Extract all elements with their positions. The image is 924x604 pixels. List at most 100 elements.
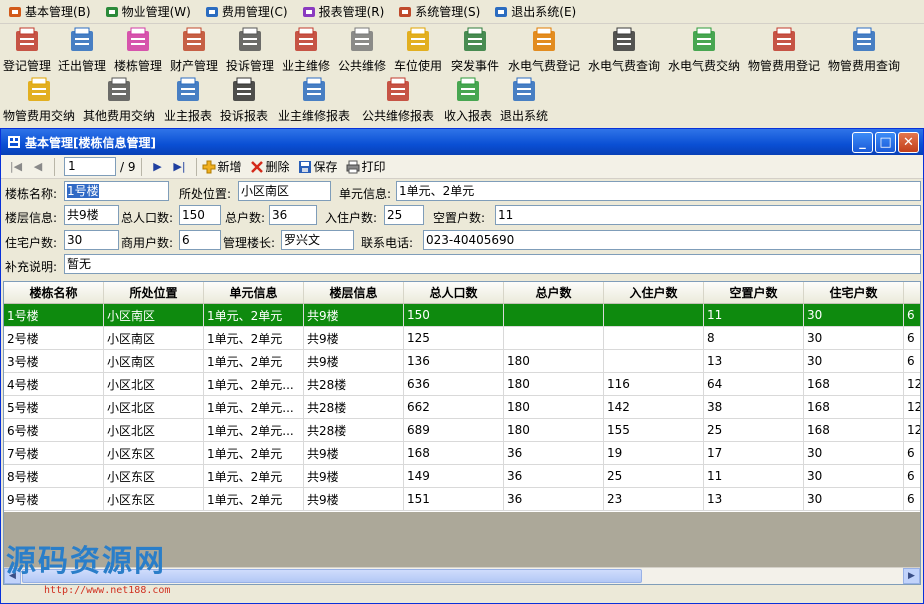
- column-header[interactable]: 住宅户数: [804, 282, 904, 303]
- table-cell: [604, 350, 704, 372]
- owner-report-icon: [173, 75, 203, 105]
- table-cell: 168: [804, 373, 904, 395]
- column-header[interactable]: 楼层信息: [304, 282, 404, 303]
- toolbar-button-mgmt-fee-pay[interactable]: 物管费用交纳: [0, 76, 78, 126]
- toolbar-button-label: 楼栋管理: [113, 59, 162, 73]
- toolbar-button-building[interactable]: 楼栋管理: [110, 26, 166, 76]
- population-field[interactable]: 150: [179, 205, 221, 225]
- unit-info-field[interactable]: 1单元、2单元: [396, 181, 921, 201]
- floor-info-field[interactable]: 共9楼: [64, 205, 119, 225]
- other-fee-icon: [104, 75, 134, 105]
- vacant-field[interactable]: 11: [495, 205, 921, 225]
- column-header[interactable]: 总人口数: [404, 282, 504, 303]
- maximize-button[interactable]: □: [875, 132, 896, 153]
- toolbar-button-public-repair[interactable]: 公共维修: [334, 26, 390, 76]
- record-total: / 9: [120, 159, 136, 174]
- column-header[interactable]: 楼栋名称: [4, 282, 104, 303]
- table-cell: 6: [904, 442, 920, 464]
- separator: [54, 157, 55, 176]
- column-header[interactable]: 总户数: [504, 282, 604, 303]
- toolbar-button-mgmt-fee-register[interactable]: 物管费用登记: [744, 26, 824, 76]
- table-cell: 共28楼: [304, 396, 404, 418]
- column-header[interactable]: 单元信息: [204, 282, 304, 303]
- minimize-button[interactable]: _: [852, 132, 873, 153]
- toolbar-button-label: 其他费用交纳: [82, 109, 155, 123]
- menu-item-label: 系统管理(S): [415, 5, 481, 19]
- table-cell: 小区东区: [104, 442, 204, 464]
- table-cell: 8号楼: [4, 465, 104, 487]
- toolbar-button-other-fee[interactable]: 其他费用交纳: [78, 76, 160, 126]
- commercial-field[interactable]: 6: [179, 230, 221, 250]
- save-button[interactable]: 保存: [298, 158, 338, 175]
- next-record-button[interactable]: ▶: [147, 157, 169, 177]
- toolbar-button-complaint-report[interactable]: 投诉报表: [216, 76, 272, 126]
- toolbar-button-owner-report[interactable]: 业主报表: [160, 76, 216, 126]
- toolbar-button-emergency[interactable]: 突发事件: [446, 26, 504, 76]
- menu-item-0[interactable]: 基本管理(B): [8, 2, 91, 22]
- toolbar-button-utility-pay[interactable]: 水电气费交纳: [664, 26, 744, 76]
- toolbar-button-utility-query[interactable]: 水电气费查询: [584, 26, 664, 76]
- column-header[interactable]: 空置户数: [704, 282, 804, 303]
- table-row[interactable]: 4号楼 小区北区 1单元、2单元... 共28楼 636 180 116 64 168 12: [4, 373, 920, 396]
- occupied-field[interactable]: 25: [384, 205, 424, 225]
- add-button[interactable]: 新增: [202, 158, 242, 175]
- toolbar-button-income-report[interactable]: 收入报表: [440, 76, 496, 126]
- toolbar-button-owner-repair-report[interactable]: 业主维修报表: [272, 76, 356, 126]
- save-icon: [298, 160, 312, 174]
- table-row[interactable]: 2号楼 小区南区 1单元、2单元 共9楼 125 8 30 6: [4, 327, 920, 350]
- window-titlebar[interactable]: 基本管理[楼栋信息管理] _ □ ✕: [1, 129, 923, 155]
- menu-item-1[interactable]: 物业管理(W): [105, 2, 191, 22]
- exit-icon: [494, 5, 508, 19]
- menu-item-2[interactable]: 费用管理(C): [205, 2, 288, 22]
- record-position-input[interactable]: 1: [64, 157, 116, 176]
- print-label: 打印: [361, 160, 386, 174]
- table-row[interactable]: 5号楼 小区北区 1单元、2单元... 共28楼 662 180 142 38 168 12: [4, 396, 920, 419]
- menu-item-4[interactable]: 系统管理(S): [398, 2, 480, 22]
- toolbar-button-parking[interactable]: 车位使用: [390, 26, 446, 76]
- table-cell: 共28楼: [304, 419, 404, 441]
- toolbar-button-owner-repair[interactable]: 业主维修: [278, 26, 334, 76]
- column-header[interactable]: 入住户数: [604, 282, 704, 303]
- toolbar-button-house[interactable]: 财产管理: [166, 26, 222, 76]
- note-field[interactable]: 暂无: [64, 254, 921, 274]
- scroll-right-button[interactable]: ▶: [903, 568, 920, 584]
- last-record-button[interactable]: ▶|: [169, 157, 191, 177]
- menu-item-3[interactable]: 报表管理(R): [302, 2, 384, 22]
- manager-field[interactable]: 罗兴文: [281, 230, 354, 250]
- toolbar-button-public-repair-report[interactable]: 公共维修报表: [356, 76, 440, 126]
- first-record-button[interactable]: |◀: [5, 157, 27, 177]
- column-header[interactable]: 所处位置: [104, 282, 204, 303]
- toolbar-button-register[interactable]: 登记管理: [0, 26, 54, 76]
- system-icon: [398, 5, 412, 19]
- phone-field[interactable]: 023-40405690: [423, 230, 921, 250]
- table-row[interactable]: 1号楼 小区南区 1单元、2单元 共9楼 150 11 30 6: [4, 304, 920, 327]
- building-name-field[interactable]: 1号楼: [64, 181, 169, 201]
- table-row[interactable]: 9号楼 小区东区 1单元、2单元 共9楼 151 36 23 13 30 6: [4, 488, 920, 511]
- toolbar-button-label: 登记管理: [2, 59, 51, 73]
- floor-info-label: 楼层信息:: [5, 211, 58, 225]
- location-field[interactable]: 小区南区: [238, 181, 331, 201]
- complaint-icon: [235, 25, 265, 55]
- phone-label: 联系电话:: [361, 236, 414, 250]
- menu-item-5[interactable]: 退出系统(E): [494, 2, 576, 22]
- toolbar-button-mgmt-fee-query[interactable]: 物管费用查询: [824, 26, 904, 76]
- prev-icon: ◀: [33, 160, 43, 173]
- table-row[interactable]: 3号楼 小区南区 1单元、2单元 共9楼 136 180 13 30 6: [4, 350, 920, 373]
- toolbar-button-utility-register[interactable]: 水电气费登记: [504, 26, 584, 76]
- households-field[interactable]: 36: [269, 205, 317, 225]
- print-button[interactable]: 打印: [346, 158, 386, 175]
- prev-record-button[interactable]: ◀: [27, 157, 49, 177]
- table-row[interactable]: 8号楼 小区东区 1单元、2单元 共9楼 149 36 25 11 30 6: [4, 465, 920, 488]
- table-row[interactable]: 6号楼 小区北区 1单元、2单元... 共28楼 689 180 155 25 168 12: [4, 419, 920, 442]
- toolbar-button-exit-system[interactable]: 退出系统: [496, 76, 552, 126]
- table-cell: 1单元、2单元: [204, 442, 304, 464]
- toolbar-button-moveout[interactable]: 迁出管理: [54, 26, 110, 76]
- toolbar-button-complaint[interactable]: 投诉管理: [222, 26, 278, 76]
- toolbar-button-label: 物管费用查询: [827, 59, 900, 73]
- table-cell: 6号楼: [4, 419, 104, 441]
- residential-field[interactable]: 30: [64, 230, 119, 250]
- delete-button[interactable]: 删除: [250, 158, 290, 175]
- table-row[interactable]: 7号楼 小区东区 1单元、2单元 共9楼 168 36 19 17 30 6: [4, 442, 920, 465]
- close-button[interactable]: ✕: [898, 132, 919, 153]
- table-cell: 5号楼: [4, 396, 104, 418]
